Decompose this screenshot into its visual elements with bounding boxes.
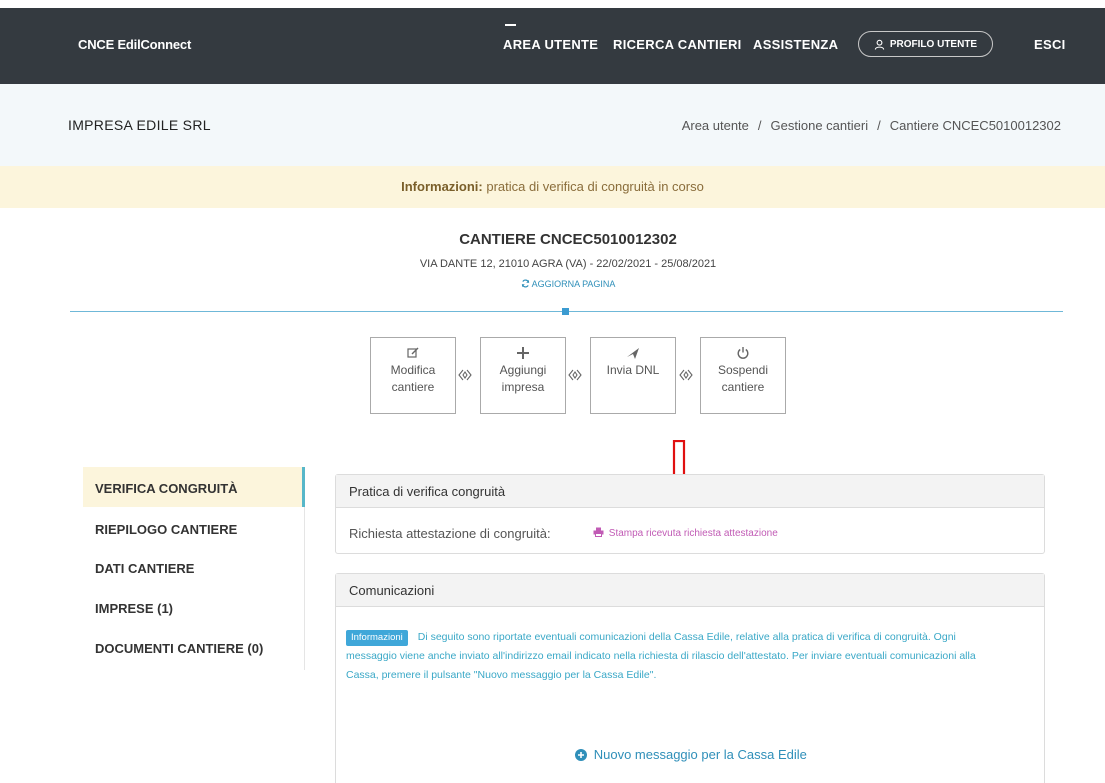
- print-receipt-label: Stampa ricevuta richiesta attestazione: [608, 528, 778, 539]
- nav-assistenza[interactable]: ASSISTENZA: [753, 37, 838, 52]
- nav-ricerca-cantieri[interactable]: RICERCA CANTIERI: [613, 37, 742, 52]
- user-icon: [874, 39, 885, 50]
- comunicazioni-panel-title: Comunicazioni: [336, 574, 1044, 607]
- nav-active-indicator: [505, 24, 516, 26]
- send-icon: [627, 348, 639, 359]
- power-icon: [737, 347, 749, 359]
- brand-logo[interactable]: CNCE EdilConnect: [78, 37, 191, 52]
- richiesta-attestazione-label: Richiesta attestazione di congruità:: [349, 526, 551, 541]
- aggiungi-line2: impresa: [501, 380, 545, 394]
- comunicazioni-info-text: Informazioni Di seguito sono riportate ev…: [346, 628, 1036, 685]
- refresh-page-label: AGGIORNA PAGINA: [531, 279, 616, 289]
- sidebar-item-dati-cantiere[interactable]: DATI CANTIERE: [95, 561, 194, 576]
- divider-marker: [562, 308, 569, 315]
- sospendi-line1: Sospendi: [717, 363, 769, 377]
- aggiungi-line1: Aggiungi: [499, 363, 547, 377]
- site-title: CANTIERE CNCEC5010012302: [459, 231, 677, 248]
- info-banner-text: pratica di verifica di congruità in cors…: [486, 179, 704, 194]
- breadcrumb: Area utente / Gestione cantieri / Cantiere C…: [681, 118, 1061, 133]
- sospendi-line2: cantiere: [721, 380, 765, 394]
- plus-circle-icon: [575, 749, 588, 761]
- plus-icon: [517, 347, 529, 359]
- arrows-icon: [568, 369, 582, 381]
- nav-esci[interactable]: ESCI: [1034, 37, 1066, 52]
- modifica-cantiere-button[interactable]: Modifica cantiere: [370, 337, 456, 414]
- info-line-3: Cassa, premere il pulsante "Nuovo messag…: [346, 669, 657, 681]
- profile-button-label: PROFILO UTENTE: [889, 38, 978, 50]
- sidebar: VERIFICA CONGRUITÀ RIEPILOGO CANTIERE DA…: [83, 467, 305, 670]
- breadcrumb-gestione-cantieri[interactable]: Gestione cantieri: [771, 118, 869, 133]
- print-receipt-link[interactable]: Stampa ricevuta richiesta attestazione: [593, 527, 778, 539]
- arrows-icon: [679, 369, 693, 381]
- nav-area-utente[interactable]: AREA UTENTE: [503, 37, 598, 52]
- sospendi-cantiere-button[interactable]: Sospendi cantiere: [700, 337, 786, 414]
- invia-line1: Invia DNL: [606, 363, 660, 377]
- new-message-label: Nuovo messaggio per la Cassa Edile: [593, 747, 807, 762]
- pratica-panel-title: Pratica di verifica congruità: [336, 475, 1044, 508]
- arrows-icon: [458, 369, 472, 381]
- breadcrumb-current: Cantiere CNCEC5010012302: [889, 118, 1061, 133]
- info-line-1: Di seguito sono riportate eventuali comu…: [417, 631, 956, 643]
- profile-button[interactable]: PROFILO UTENTE: [858, 31, 993, 57]
- info-line-2: messaggio viene anche inviato all'indiri…: [346, 650, 976, 662]
- info-badge: Informazioni: [346, 630, 408, 646]
- info-banner-label: Informazioni:: [401, 179, 483, 194]
- sidebar-item-riepilogo-cantiere[interactable]: RIEPILOGO CANTIERE: [95, 522, 237, 537]
- breadcrumb-area-utente[interactable]: Area utente: [682, 118, 749, 133]
- refresh-icon: [521, 279, 529, 288]
- company-header: IMPRESA EDILE SRL Area utente / Gestione c…: [0, 84, 1105, 166]
- site-subtitle: VIA DANTE 12, 21010 AGRA (VA) - 22/02/20…: [419, 258, 717, 270]
- modifica-line2: cantiere: [391, 380, 435, 394]
- sidebar-item-imprese[interactable]: IMPRESE (1): [95, 601, 173, 616]
- pratica-panel: Pratica di verifica congruità Richiesta …: [335, 474, 1045, 554]
- top-navbar: CNCE EdilConnect AREA UTENTE RICERCA CAN…: [0, 8, 1105, 84]
- modifica-line1: Modifica: [390, 363, 436, 377]
- company-name: IMPRESA EDILE SRL: [68, 117, 211, 133]
- sidebar-item-documenti-cantiere[interactable]: DOCUMENTI CANTIERE (0): [95, 641, 263, 656]
- refresh-page-link[interactable]: AGGIORNA PAGINA: [0, 279, 1105, 289]
- info-banner: Informazioni: pratica di verifica di con…: [0, 166, 1105, 208]
- aggiungi-impresa-button[interactable]: Aggiungi impresa: [480, 337, 566, 414]
- print-icon: [593, 527, 604, 537]
- edit-icon: [407, 347, 419, 358]
- comunicazioni-panel: Comunicazioni Informazioni Di seguito son…: [335, 573, 1045, 783]
- new-message-button[interactable]: Nuovo messaggio per la Cassa Edile: [336, 747, 1046, 762]
- invia-dnl-button[interactable]: Invia DNL: [590, 337, 676, 414]
- sidebar-item-verifica-congruita[interactable]: VERIFICA CONGRUITÀ: [95, 481, 238, 496]
